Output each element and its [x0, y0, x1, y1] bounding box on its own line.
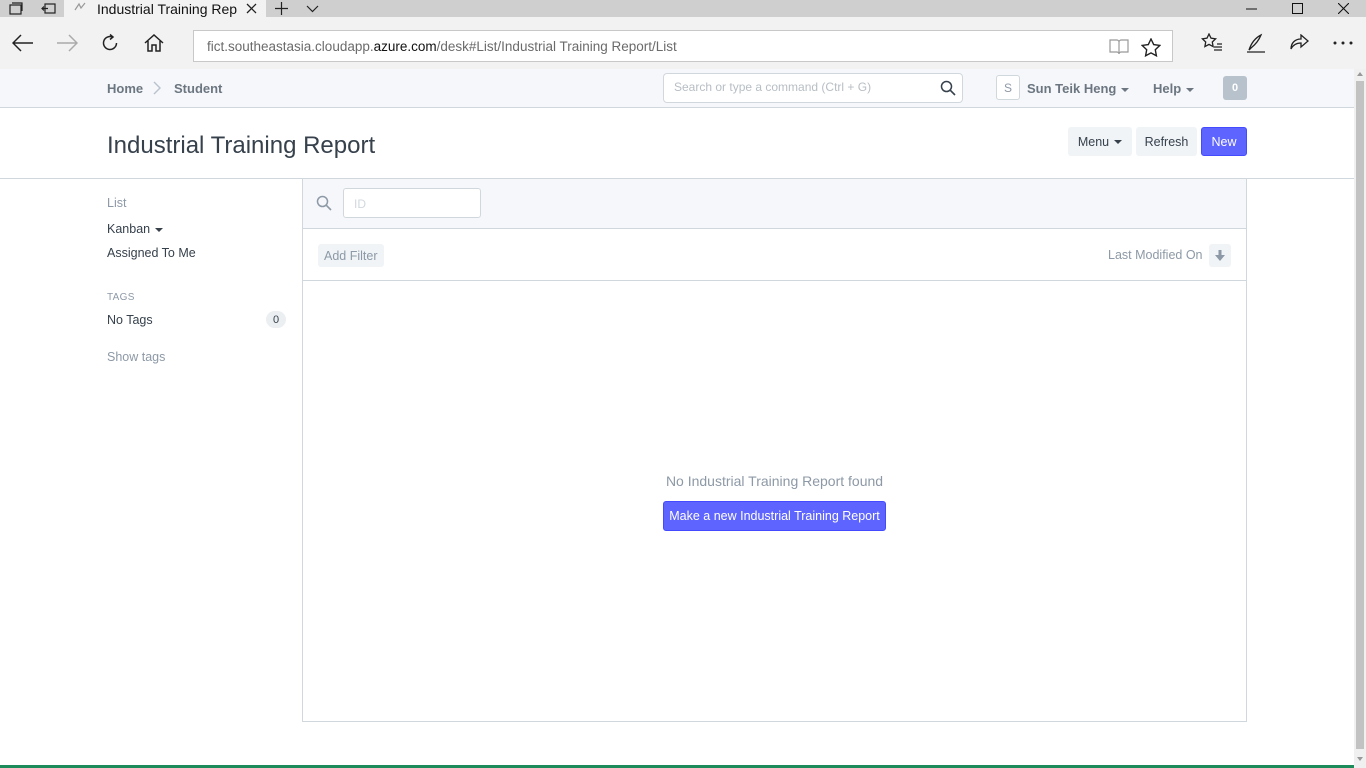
id-filter-input[interactable] — [354, 197, 469, 211]
id-filter-field — [343, 188, 481, 218]
home-icon[interactable] — [138, 27, 170, 59]
sort-order-button[interactable] — [1209, 244, 1231, 267]
window-close-icon[interactable] — [1320, 0, 1366, 17]
filter-sort-bar: Add Filter Last Modified On — [303, 229, 1246, 281]
scroll-down-icon[interactable] — [1357, 757, 1363, 761]
page-title: Industrial Training Report — [107, 132, 376, 159]
help-label: Help — [1153, 81, 1182, 96]
list-panel: Add Filter Last Modified On No Industria… — [302, 179, 1247, 722]
close-tab-icon[interactable] — [243, 1, 259, 17]
scrollbar-thumb[interactable] — [1356, 81, 1364, 749]
scroll-up-icon[interactable] — [1357, 72, 1363, 76]
caret-down-icon — [1186, 87, 1195, 92]
tags-heading: TAGS — [107, 292, 135, 303]
maximize-icon[interactable] — [1274, 0, 1320, 17]
web-note-icon[interactable] — [1240, 27, 1272, 59]
no-tags-count-badge: 0 — [266, 311, 286, 328]
breadcrumb-home[interactable]: Home — [107, 81, 143, 96]
caret-down-icon — [155, 227, 164, 232]
minimize-icon[interactable] — [1228, 0, 1274, 17]
make-new-record-button[interactable]: Make a new Industrial Training Report — [663, 501, 886, 531]
menu-button[interactable]: Menu — [1068, 127, 1132, 156]
add-filter-button[interactable]: Add Filter — [318, 244, 384, 267]
breadcrumb-student[interactable]: Student — [174, 81, 222, 96]
favorite-star-icon[interactable] — [1140, 36, 1162, 58]
new-button[interactable]: New — [1201, 127, 1247, 156]
search-icon[interactable] — [940, 80, 956, 101]
refresh-icon[interactable] — [94, 27, 126, 59]
url-text: fict.southeastasia.cloudapp.azure.com/de… — [207, 39, 677, 54]
set-aside-tabs-icon[interactable] — [37, 0, 59, 17]
more-options-icon[interactable] — [1327, 27, 1359, 59]
sidebar-assigned-to-me[interactable]: Assigned To Me — [107, 246, 196, 260]
browser-tab-bar: Industrial Training Repo — [0, 0, 1366, 17]
page-head: Industrial Training Report Menu Refresh … — [0, 108, 1354, 179]
sidebar-list-link[interactable]: List — [107, 196, 126, 210]
menu-button-label: Menu — [1077, 134, 1110, 149]
new-tab-icon[interactable] — [270, 0, 292, 17]
awesome-bar — [663, 73, 963, 103]
empty-state-message: No Industrial Training Report found — [665, 473, 884, 489]
app-header: Home Student S Sun Teik Heng Help 0 — [0, 69, 1354, 108]
avatar[interactable]: S — [996, 75, 1020, 100]
address-bar[interactable]: fict.southeastasia.cloudapp.azure.com/de… — [193, 30, 1173, 62]
caret-down-icon — [1114, 139, 1123, 144]
sort-descending-icon — [1215, 250, 1225, 261]
chevron-right-icon — [152, 80, 162, 101]
search-input[interactable] — [674, 80, 924, 94]
share-icon[interactable] — [1283, 27, 1315, 59]
user-name: Sun Teik Heng — [1027, 81, 1117, 96]
tab-title: Industrial Training Repo — [97, 0, 237, 17]
page-scrollbar[interactable] — [1354, 69, 1366, 768]
tab-preview-icon[interactable] — [5, 0, 27, 17]
standard-filter-bar — [303, 179, 1246, 229]
page-favicon-icon — [74, 2, 88, 15]
back-arrow-icon[interactable] — [7, 27, 39, 59]
kanban-label: Kanban — [107, 222, 151, 236]
favorites-hub-icon[interactable] — [1196, 27, 1228, 59]
browser-tab[interactable]: Industrial Training Repo — [64, 0, 266, 17]
sort-by-selector[interactable]: Last Modified On — [1108, 248, 1203, 262]
reading-view-icon[interactable] — [1108, 36, 1130, 58]
browser-nav-bar: fict.southeastasia.cloudapp.azure.com/de… — [0, 17, 1366, 69]
chevron-down-icon[interactable] — [301, 0, 323, 17]
user-menu[interactable]: Sun Teik Heng — [1027, 81, 1130, 96]
forward-arrow-icon[interactable] — [51, 27, 83, 59]
caret-down-icon — [1121, 87, 1130, 92]
refresh-button[interactable]: Refresh — [1136, 127, 1197, 156]
search-icon — [316, 195, 332, 216]
sidebar-no-tags[interactable]: No Tags — [107, 313, 153, 327]
notification-count-badge[interactable]: 0 — [1223, 76, 1247, 100]
help-menu[interactable]: Help — [1153, 81, 1195, 96]
sidebar-kanban-dropdown[interactable]: Kanban — [107, 222, 164, 236]
show-tags-link[interactable]: Show tags — [107, 350, 165, 364]
